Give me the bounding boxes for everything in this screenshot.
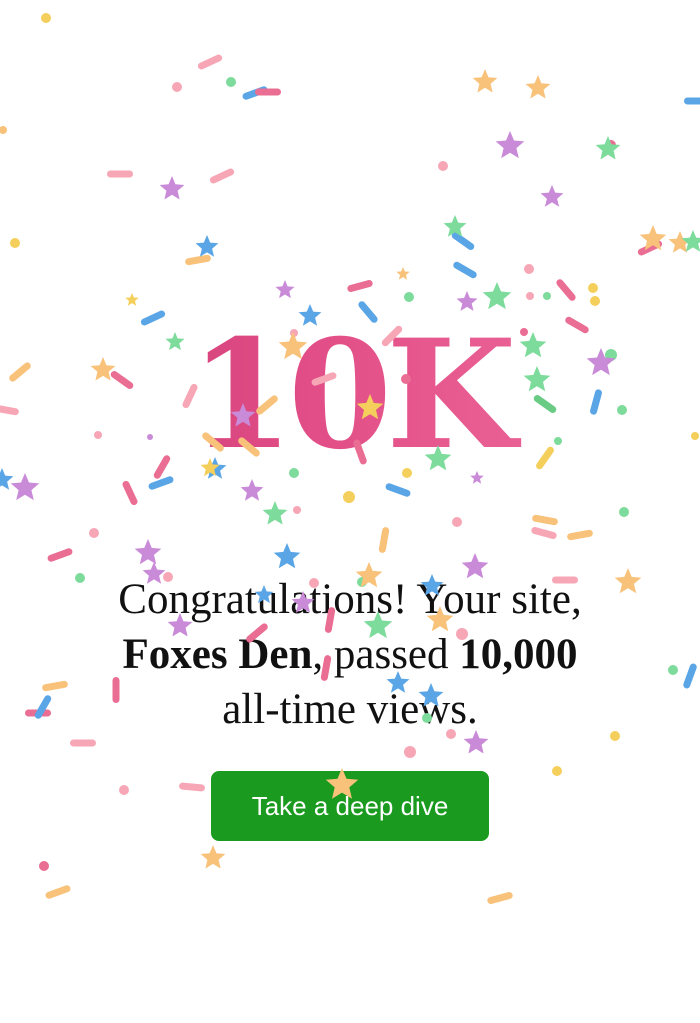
confetti-dash — [531, 527, 557, 539]
confetti-dot — [619, 507, 629, 517]
confetti-dash — [179, 782, 205, 792]
confetti-star — [200, 845, 226, 869]
confetti-dot — [552, 766, 562, 776]
site-name: Foxes Den — [122, 631, 313, 678]
confetti-dot — [41, 13, 51, 23]
confetti-star — [595, 136, 621, 160]
confetti-dot — [0, 126, 7, 134]
confetti-star — [273, 543, 301, 569]
confetti-dash — [107, 170, 133, 178]
confetti-dash — [556, 279, 576, 301]
confetti-dot — [343, 491, 355, 503]
confetti-dash — [347, 280, 373, 292]
confetti-dot — [543, 292, 551, 300]
confetti-dot — [588, 283, 598, 293]
confetti-star — [540, 185, 564, 207]
confetti-dash — [185, 254, 211, 266]
confetti-star — [525, 75, 551, 99]
confetti-dash — [532, 514, 558, 526]
confetti-dot — [10, 238, 20, 248]
confetti-star — [275, 280, 295, 299]
confetti-dash — [122, 480, 138, 506]
confetti-dash — [637, 240, 663, 256]
message-middle: , passed — [312, 631, 460, 678]
confetti-dash — [45, 885, 71, 899]
view-count: 10,000 — [459, 631, 578, 678]
confetti-dash — [385, 483, 411, 497]
confetti-dot — [404, 746, 416, 758]
confetti-dash — [255, 88, 281, 96]
confetti-star — [495, 131, 525, 159]
confetti-star — [134, 539, 162, 565]
confetti-dot — [39, 861, 49, 871]
confetti-star — [443, 215, 467, 237]
confetti-dot — [89, 528, 99, 538]
congratulations-message: Congratulations! Your site, Foxes Den, p… — [40, 572, 660, 737]
confetti-dash — [684, 97, 700, 105]
confetti-dash — [451, 232, 475, 250]
confetti-dash — [567, 529, 593, 541]
confetti-dash — [378, 527, 390, 553]
confetti-overlay — [0, 13, 700, 904]
confetti-dot — [438, 161, 448, 171]
milestone-headline: 10K — [0, 310, 700, 480]
confetti-dash — [47, 548, 73, 562]
take-deep-dive-button[interactable]: Take a deep dive — [211, 771, 489, 841]
confetti-dot — [590, 296, 600, 306]
confetti-star — [396, 267, 410, 280]
confetti-dot — [524, 264, 534, 274]
confetti-star — [681, 230, 700, 252]
confetti-dash — [70, 739, 96, 747]
message-prefix: Congratulations! Your site, — [118, 576, 582, 623]
confetti-star — [472, 69, 498, 93]
confetti-dash — [487, 892, 513, 904]
confetti-dot — [526, 292, 534, 300]
confetti-dash — [209, 168, 235, 184]
confetti-dot — [226, 77, 236, 87]
confetti-dash — [453, 261, 477, 279]
confetti-star — [125, 293, 139, 306]
confetti-dot — [119, 785, 129, 795]
confetti-dash — [197, 54, 223, 70]
confetti-dot — [668, 665, 678, 675]
confetti-dot — [172, 82, 182, 92]
confetti-star — [482, 282, 512, 310]
confetti-dash — [242, 86, 268, 100]
confetti-dash — [683, 663, 697, 689]
confetti-dot — [452, 517, 462, 527]
confetti-star — [262, 501, 288, 525]
celebration-screen: 10K Congratulations! Your site, Foxes De… — [0, 0, 700, 1023]
confetti-dot — [404, 292, 414, 302]
confetti-star — [195, 235, 219, 257]
message-suffix: all-time views. — [222, 686, 478, 733]
confetti-star — [639, 225, 667, 251]
confetti-dot — [606, 140, 616, 150]
confetti-star — [159, 176, 185, 200]
confetti-star — [668, 231, 692, 253]
confetti-dot — [293, 506, 301, 514]
